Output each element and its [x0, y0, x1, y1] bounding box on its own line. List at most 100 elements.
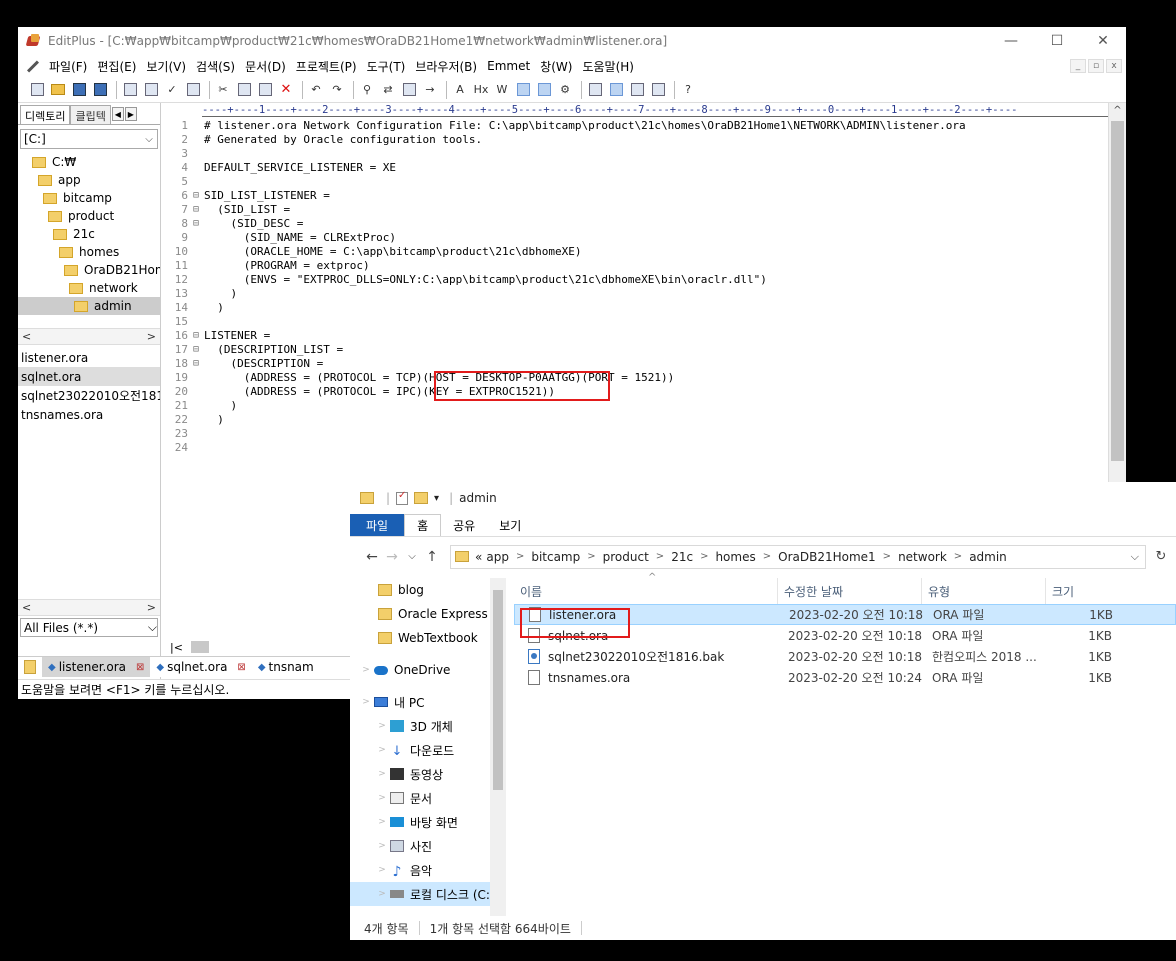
drive-select[interactable]: [C:] ⌵ [20, 129, 158, 149]
code-line[interactable]: 20 (ADDRESS = (PROTOCOL = IPC)(KEY = EXT… [166, 385, 1108, 399]
nav-item[interactable]: > OneDrive [350, 658, 506, 682]
dir-item[interactable]: product [18, 207, 160, 225]
fold-toggle-icon[interactable] [188, 399, 204, 413]
recent-dropdown-icon[interactable]: ⌵ [402, 551, 422, 562]
nav-item[interactable]: > 문서 [350, 786, 506, 810]
nav-item[interactable]: >3D 개체 [350, 714, 506, 738]
nav-item[interactable]: > 로컬 디스크 (C:) [350, 882, 506, 906]
code-line[interactable]: 11 (PROGRAM = extproc) [166, 259, 1108, 273]
ribbon-tab-share[interactable]: 공유 [441, 514, 487, 536]
fullscreen-icon[interactable] [649, 81, 667, 99]
tab-directory[interactable]: 디렉토리 [20, 105, 71, 124]
mdi-restore-icon[interactable]: ▫ [1088, 59, 1104, 73]
menu-browser[interactable]: 브라우저(B) [410, 58, 482, 75]
code-line[interactable]: 5 [166, 175, 1108, 189]
help-icon[interactable]: ? [679, 81, 697, 99]
code-line[interactable]: 9 (SID_NAME = CLRExtProc) [166, 231, 1108, 245]
save-all-icon[interactable] [91, 81, 109, 99]
column-type[interactable]: 유형 [922, 578, 1046, 604]
file-item-selected[interactable]: sqlnet.ora [18, 367, 160, 386]
up-arrow-icon[interactable]: ↑ [422, 549, 442, 565]
scroll-left-icon[interactable]: < [22, 601, 31, 614]
menu-document[interactable]: 문서(D) [240, 58, 291, 75]
expand-chevron-icon[interactable]: > [376, 841, 388, 851]
print-icon[interactable] [142, 81, 160, 99]
table-row[interactable]: sqlnet23022010오전1816.bak 2023-02-20 오전 10… [514, 646, 1176, 667]
nav-item[interactable]: > 사진 [350, 834, 506, 858]
menu-view[interactable]: 보기(V) [141, 58, 191, 75]
close-tab-icon[interactable]: ⊠ [136, 662, 144, 673]
fold-toggle-icon[interactable] [188, 119, 204, 133]
fold-toggle-icon[interactable]: ⊟ [188, 189, 204, 203]
menu-project[interactable]: 프로젝트(P) [291, 58, 362, 75]
code-line[interactable]: 16 ⊟ LISTENER = [166, 329, 1108, 343]
open-folder-icon[interactable] [49, 81, 67, 99]
dir-item[interactable]: 21c [18, 225, 160, 243]
expand-chevron-icon[interactable]: > [376, 889, 388, 899]
fold-toggle-icon[interactable] [188, 413, 204, 427]
nav-item[interactable]: WebTextbook [350, 626, 506, 650]
dir-item-selected[interactable]: admin [18, 297, 160, 315]
column-size[interactable]: 크기 [1046, 578, 1122, 604]
menu-tools[interactable]: 도구(T) [362, 58, 411, 75]
ribbon-tab-view[interactable]: 보기 [487, 514, 533, 536]
doc-tab-listener[interactable]: ◆ listener.ora ⊠ [42, 657, 151, 677]
dir-item[interactable]: app [18, 171, 160, 189]
find-icon[interactable]: ⚲ [358, 81, 376, 99]
expand-chevron-icon[interactable]: > [360, 697, 372, 707]
code-line[interactable]: 3 [166, 147, 1108, 161]
tab-scroll-left-icon[interactable]: ◀ [111, 107, 124, 121]
expand-chevron-icon[interactable]: > [376, 793, 388, 803]
code-line[interactable]: 7 ⊟ (SID_LIST = [166, 203, 1108, 217]
file-item[interactable]: tnsnames.ora [18, 405, 160, 424]
delete-icon[interactable]: ✕ [277, 81, 295, 99]
cut-icon[interactable]: ✂ [214, 81, 232, 99]
nav-item[interactable]: > 내 PC [350, 690, 506, 714]
spellcheck-icon[interactable]: ✓ [163, 81, 181, 99]
breadcrumb-item[interactable]: network [898, 550, 947, 564]
nav-item[interactable]: > 바탕 화면 [350, 810, 506, 834]
expand-chevron-icon[interactable]: > [376, 865, 388, 875]
column-name[interactable]: 이름 [514, 578, 778, 604]
scroll-thumb[interactable] [493, 590, 503, 790]
dir-item[interactable]: OraDB21Hom [18, 261, 160, 279]
file-filter-select[interactable]: All Files (*.*) ⌵ [20, 618, 158, 637]
scroll-left-icon[interactable]: |< [170, 641, 183, 654]
goto-line-icon[interactable]: → [421, 81, 439, 99]
code-line[interactable]: 24 [166, 441, 1108, 455]
code-line[interactable]: 10 (ORACLE_HOME = C:\app\bitcamp\product… [166, 245, 1108, 259]
menu-search[interactable]: 검색(S) [191, 58, 240, 75]
fold-toggle-icon[interactable] [188, 273, 204, 287]
column-date[interactable]: 수정한 날짜 [778, 578, 922, 604]
fold-toggle-icon[interactable] [188, 301, 204, 315]
code-line[interactable]: 6 ⊟ SID_LIST_LISTENER = [166, 189, 1108, 203]
expand-chevron-icon[interactable]: > [376, 769, 388, 779]
fold-toggle-icon[interactable] [188, 175, 204, 189]
code-line[interactable]: 17 ⊟ (DESCRIPTION_LIST = [166, 343, 1108, 357]
fold-toggle-icon[interactable] [188, 161, 204, 175]
code-line[interactable]: 15 [166, 315, 1108, 329]
dir-item[interactable]: bitcamp [18, 189, 160, 207]
fold-toggle-icon[interactable] [188, 385, 204, 399]
code-line[interactable]: 4 DEFAULT_SERVICE_LISTENER = XE [166, 161, 1108, 175]
code-line[interactable]: 23 [166, 427, 1108, 441]
menu-window[interactable]: 창(W) [535, 58, 577, 75]
scroll-thumb[interactable] [1111, 121, 1124, 461]
breadcrumb-item[interactable]: admin [969, 550, 1007, 564]
nav-item[interactable]: > ♪ 음악 [350, 858, 506, 882]
fold-toggle-icon[interactable] [188, 133, 204, 147]
expand-chevron-icon[interactable]: > [376, 745, 388, 755]
back-arrow-icon[interactable]: ← [362, 549, 382, 565]
code-line[interactable]: 19 (ADDRESS = (PROTOCOL = TCP)(HOST = DE… [166, 371, 1108, 385]
dir-item[interactable]: homes [18, 243, 160, 261]
nav-item[interactable]: Oracle Express 2 [350, 602, 506, 626]
file-item[interactable]: sqlnet23022010오전181 [18, 386, 160, 405]
directory-window-icon[interactable] [607, 81, 625, 99]
nav-item[interactable]: > ↓ 다운로드 [350, 738, 506, 762]
menu-edit[interactable]: 편집(E) [92, 58, 141, 75]
tab-cliptext[interactable]: 클립텍 [70, 105, 111, 124]
address-bar[interactable]: « app > bitcamp > product > 21c > homes > Ora… [450, 544, 1146, 569]
doc-tab-tnsnames[interactable]: ◆ tnsnam [252, 657, 320, 677]
hx-icon[interactable]: Hx [472, 81, 490, 99]
menu-emmet[interactable]: Emmet [482, 59, 535, 73]
